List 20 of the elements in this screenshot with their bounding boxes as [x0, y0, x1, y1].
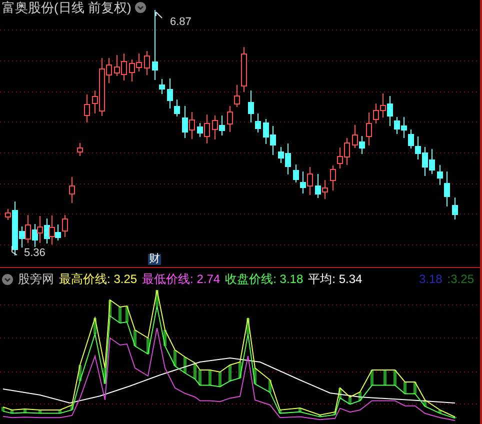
high-price-label: 6.87 — [170, 17, 192, 28]
legend-entry: 最高价线: 3.25 — [59, 271, 138, 288]
indicator-value: 3.18 — [418, 271, 442, 288]
candlestick — [144, 50, 150, 76]
candlestick — [452, 197, 458, 220]
low-price-label: 5.36 — [24, 248, 46, 259]
event-marker[interactable]: 财 — [148, 254, 161, 265]
indicator-name: 股旁网 — [18, 271, 54, 288]
legend-entry: 收盘价线: 3.18 — [225, 271, 304, 288]
indicator-value: :3.25 — [447, 271, 474, 288]
legend-entry: 最低价线: 2.74 — [142, 271, 220, 288]
chevron-down-icon[interactable] — [135, 2, 146, 13]
candlestick — [69, 176, 75, 204]
low-pointer-icon — [12, 246, 18, 256]
chart-title: 富奥股份(日线 前复权) — [2, 1, 132, 14]
chevron-down-icon[interactable] — [2, 274, 13, 284]
candlestick — [84, 94, 90, 123]
legend-entry: 平均: 5.34 — [308, 271, 362, 288]
high-pointer-icon — [156, 12, 162, 18]
candlestick — [77, 142, 83, 156]
